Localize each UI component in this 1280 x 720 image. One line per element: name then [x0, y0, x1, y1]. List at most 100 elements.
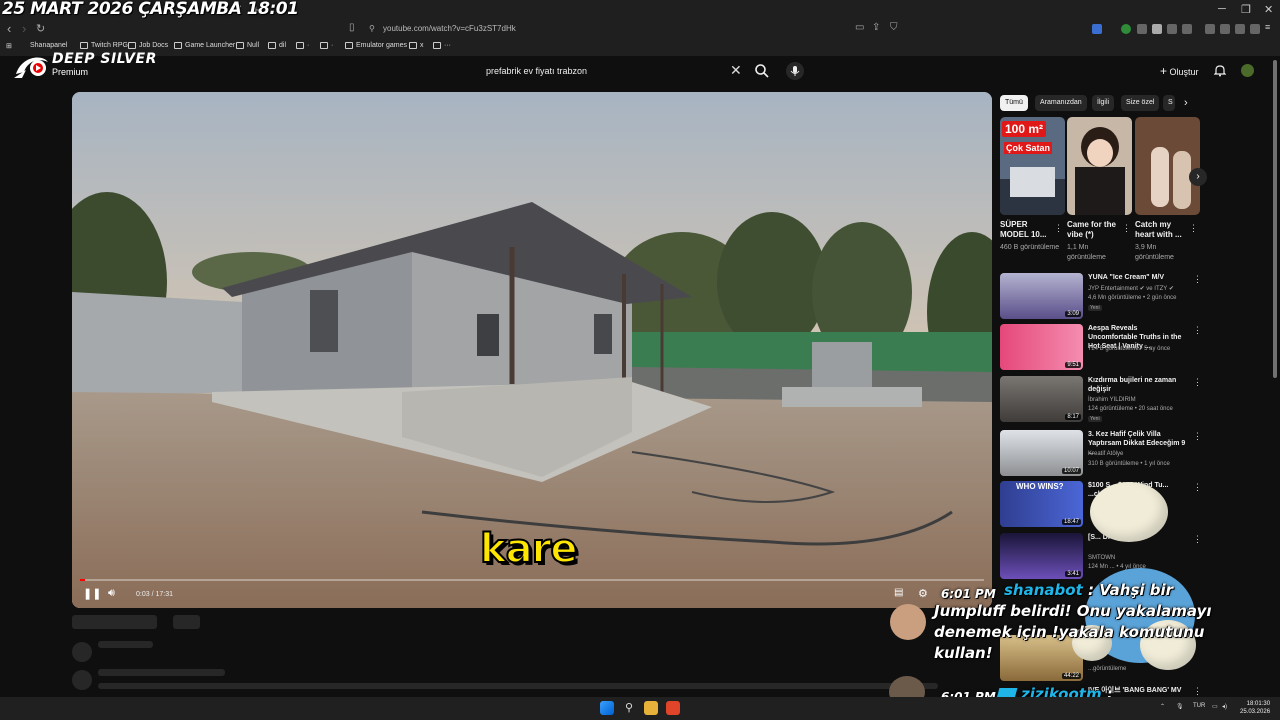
short-title[interactable]: Came for the vibe (*) [1067, 220, 1119, 240]
forward-icon[interactable]: › [22, 21, 26, 36]
video-thumbnail[interactable]: WHO WINS? 18:47 [1000, 481, 1083, 527]
brave-browser-icon[interactable] [666, 701, 680, 715]
search-icon[interactable]: ⚲ [622, 701, 636, 715]
extension-icon[interactable] [1182, 24, 1192, 34]
more-options-icon[interactable]: ⋮ [1193, 377, 1202, 388]
address-bar[interactable]: ▯ ⚲ youtube.com/watch?v=cFu3zST7dHk ▭ ⇪ … [345, 22, 905, 38]
volume-tray-icon[interactable]: ◂) [1222, 703, 1227, 710]
media-icon[interactable] [1205, 24, 1215, 34]
jumpluff-puff [1090, 482, 1168, 542]
search-button[interactable] [753, 62, 771, 80]
bookmark-item[interactable]: dil [268, 42, 286, 49]
more-options-icon[interactable]: ⋮ [1193, 325, 1202, 336]
wallet-icon[interactable] [1250, 24, 1260, 34]
video-player[interactable]: kare ❚❚ 🔊︎ 0:03 / 17:31 ▤ ⚙ [72, 92, 992, 608]
apps-icon[interactable]: ⊞ [6, 42, 12, 50]
short-title[interactable]: Catch my heart with ... [1135, 220, 1187, 240]
avatar[interactable] [1241, 64, 1254, 77]
short-thumbnail[interactable] [1135, 117, 1200, 215]
short-thumbnail[interactable]: 100 m² Çok Satan [1000, 117, 1065, 215]
bookmark-page-icon[interactable]: ▯ [349, 22, 355, 33]
notifications-button[interactable] [1213, 64, 1227, 82]
translate-extension-icon[interactable] [1092, 24, 1102, 34]
volume-icon[interactable]: 🔊︎ [108, 587, 115, 600]
create-button[interactable]: + Oluştur [1160, 64, 1199, 78]
extension-icon[interactable] [1167, 24, 1177, 34]
minimize-icon[interactable]: ─ [1218, 3, 1226, 15]
chip-more[interactable]: S [1163, 95, 1175, 111]
start-menu-icon[interactable] [600, 701, 614, 715]
folder-icon [174, 42, 182, 49]
short-thumbnail[interactable] [1067, 117, 1132, 215]
menu-icon[interactable]: ≡ [1265, 22, 1275, 32]
progress-bar[interactable] [80, 579, 984, 581]
chip-related[interactable]: İlgili [1092, 95, 1115, 111]
bookmark-item[interactable]: Game Launcher [174, 42, 235, 49]
more-options-icon[interactable]: ⋮ [1193, 274, 1202, 285]
settings-gear-icon[interactable]: ⚙ [918, 587, 928, 600]
more-options-icon[interactable]: ⋮ [1193, 686, 1202, 697]
title-placeholder [72, 615, 157, 629]
reload-icon[interactable]: ↻ [36, 22, 45, 35]
cast-icon[interactable]: ▭ [855, 22, 864, 33]
clear-search-icon[interactable]: ✕ [730, 62, 742, 79]
chip-from-search[interactable]: Aramanızdan [1035, 95, 1087, 111]
short-title[interactable]: SÜPER MODEL 10... [1000, 220, 1052, 240]
site-info-icon[interactable]: ⚲ [369, 24, 375, 33]
bookmark-item[interactable]: · [296, 42, 309, 49]
subtitles-icon[interactable]: ▤ [894, 587, 903, 598]
video-thumbnail[interactable]: 3:09 [1000, 273, 1083, 319]
extension-icon[interactable] [1152, 24, 1162, 34]
bookmark-item[interactable]: ··· [433, 42, 451, 49]
shield-icon[interactable]: ⛉ [890, 22, 898, 33]
close-window-icon[interactable]: ✕ [1264, 3, 1273, 16]
more-options-icon[interactable]: ⋮ [1054, 223, 1063, 234]
short-views: 460 B görüntüleme [1000, 244, 1060, 251]
video-thumbnail[interactable]: 8:17 [1000, 376, 1083, 422]
chevron-right-icon[interactable]: › [1184, 97, 1188, 109]
bookmark-item[interactable]: Shanapanel [30, 42, 67, 49]
bookmark-item[interactable]: Emulator games [345, 42, 407, 49]
tray-chevron-icon[interactable]: ⌃ [1160, 703, 1165, 710]
bookmark-item[interactable]: · [320, 42, 333, 49]
chip-for-you[interactable]: Size özel [1121, 95, 1160, 111]
video-title[interactable]: YUNA "Ice Cream" M/V [1088, 273, 1188, 282]
more-options-icon[interactable]: ⋮ [1122, 223, 1131, 234]
pause-icon[interactable]: ❚❚ [83, 587, 101, 600]
video-thumbnail[interactable]: 9:51 [1000, 324, 1083, 370]
more-options-icon[interactable]: ⋮ [1193, 534, 1202, 545]
shorts-next-icon[interactable]: › [1189, 168, 1207, 186]
extension-icon[interactable] [1137, 24, 1147, 34]
channel-name[interactable]: JYP Entertainment ✔ ve ITZY ✔ [1088, 285, 1174, 292]
bookmark-item[interactable]: Job Docs [128, 42, 168, 49]
channel-name[interactable]: Kreatif Atölye [1088, 451, 1123, 457]
more-options-icon[interactable]: ⋮ [1193, 482, 1202, 493]
more-options-icon[interactable]: ⋮ [1189, 223, 1198, 234]
extension-icon[interactable] [1121, 24, 1131, 34]
share-icon[interactable]: ⇪ [872, 22, 880, 33]
restore-icon[interactable]: ❐ [1241, 3, 1251, 16]
chip-all[interactable]: Tümü [1000, 95, 1028, 111]
file-explorer-icon[interactable] [644, 701, 658, 715]
scrollbar[interactable] [1273, 60, 1277, 378]
video-title[interactable]: Kızdırma bujileri ne zaman değişir [1088, 376, 1188, 394]
network-icon[interactable]: ▭ [1212, 703, 1218, 710]
more-options-icon[interactable]: ⋮ [1193, 431, 1202, 442]
video-thumbnail[interactable]: 3:41 [1000, 533, 1083, 579]
video-thumbnail[interactable]: 10:07 [1000, 430, 1083, 476]
search-input[interactable]: prefabrik ev fiyatı trabzon [486, 66, 587, 76]
system-clock[interactable]: 18:01:30 25.03.2026 [1240, 700, 1270, 716]
url-text[interactable]: youtube.com/watch?v=cFu3zST7dHk [383, 24, 516, 33]
channel-name[interactable]: SMTOWN [1088, 555, 1115, 561]
sidebar-icon[interactable] [1220, 24, 1230, 34]
mic-tray-icon[interactable]: 🎙︎ [1176, 703, 1184, 710]
leo-icon[interactable] [1235, 24, 1245, 34]
back-icon[interactable]: ‹ [7, 21, 11, 36]
search-box[interactable]: prefabrik ev fiyatı trabzon ✕ [478, 60, 748, 82]
bookmark-item[interactable]: Null [236, 42, 259, 49]
voice-search-button[interactable] [786, 62, 804, 80]
language-indicator[interactable]: TUR [1193, 703, 1205, 709]
bookmark-item[interactable]: Twitch RPG [80, 42, 128, 49]
bookmark-item[interactable]: x [409, 42, 424, 49]
channel-name[interactable]: İbrahim YILDIRIM [1088, 397, 1136, 403]
